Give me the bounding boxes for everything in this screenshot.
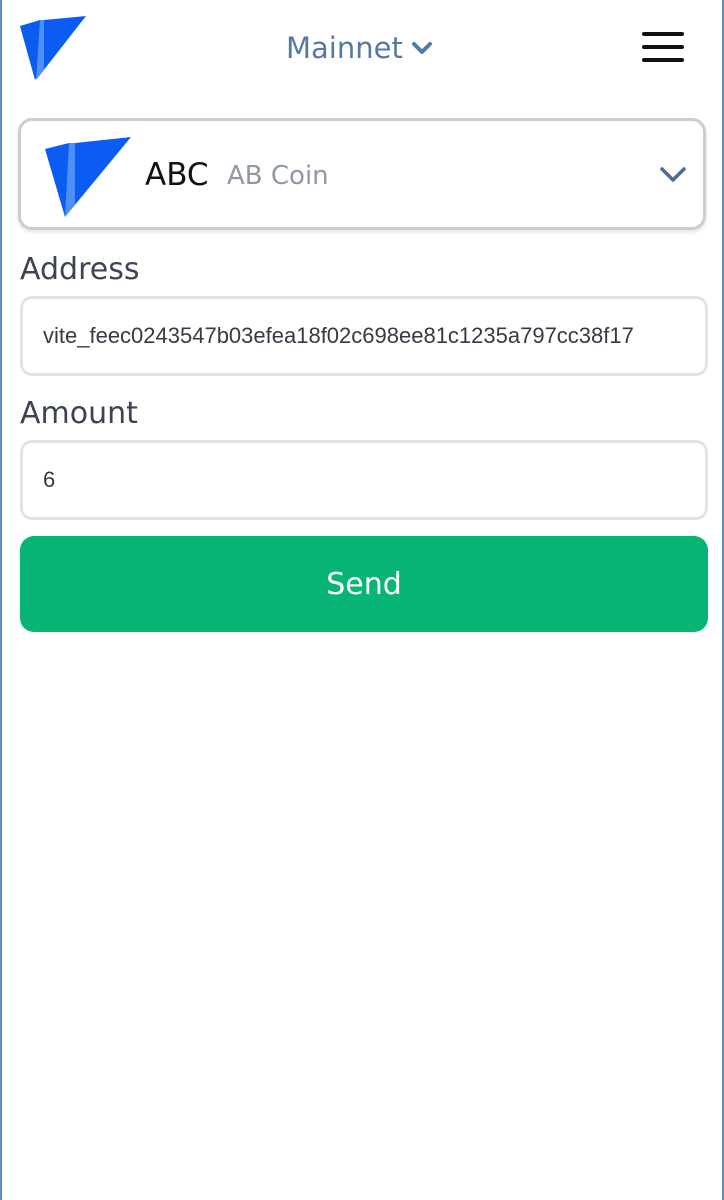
app-frame: Mainnet ABC AB Coin Address vite_feec024… <box>0 0 724 1200</box>
amount-field[interactable]: 6 <box>20 440 708 520</box>
send-button-label: Send <box>326 566 402 602</box>
address-value: vite_feec0243547b03efea18f02c698ee81c123… <box>43 323 634 348</box>
menu-line <box>642 32 684 36</box>
header: Mainnet <box>2 0 722 100</box>
chevron-down-icon <box>660 167 686 182</box>
hamburger-menu-icon[interactable] <box>642 30 686 66</box>
address-field[interactable]: vite_feec0243547b03efea18f02c698ee81c123… <box>20 296 708 376</box>
token-logo-icon <box>45 137 131 217</box>
address-label: Address <box>20 252 140 287</box>
menu-line <box>642 45 684 49</box>
menu-line <box>642 58 684 62</box>
amount-label: Amount <box>20 396 138 431</box>
vite-logo-icon[interactable] <box>18 14 86 82</box>
chevron-down-icon <box>411 42 432 54</box>
amount-value: 6 <box>43 467 56 492</box>
network-label: Mainnet <box>286 31 403 65</box>
token-selector[interactable]: ABC AB Coin <box>18 118 706 230</box>
network-selector[interactable]: Mainnet <box>286 28 433 68</box>
token-symbol: ABC <box>145 157 209 193</box>
token-name: AB Coin <box>227 161 329 191</box>
send-button[interactable]: Send <box>20 536 708 632</box>
